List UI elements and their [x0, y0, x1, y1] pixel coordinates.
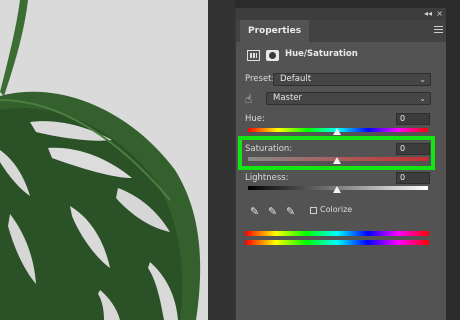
- preset-value: Default: [280, 74, 312, 84]
- hue-value-field[interactable]: 0: [396, 113, 430, 125]
- preset-label: Preset:: [245, 74, 275, 84]
- lightness-label: Lightness:: [245, 173, 289, 183]
- range-value: Master: [273, 93, 303, 103]
- eyedropper-minus-icon[interactable]: ✎: [286, 205, 298, 219]
- mask-icon[interactable]: [266, 50, 279, 61]
- close-panel-icon[interactable]: ×: [436, 9, 443, 19]
- colorize-checkbox[interactable]: [310, 207, 317, 214]
- color-range-bar-top: [245, 231, 429, 236]
- colorize-label: Colorize: [320, 205, 353, 214]
- monstera-leaf-image: [0, 0, 208, 320]
- adjustment-title: Hue/Saturation: [285, 49, 358, 59]
- panel-menu-icon[interactable]: [434, 26, 443, 34]
- collapse-panel-icon[interactable]: ◂◂: [424, 9, 432, 19]
- hand-icon[interactable]: ☝: [245, 92, 259, 106]
- eyedropper-icon[interactable]: ✎: [250, 205, 262, 219]
- lightness-value-field[interactable]: 0: [396, 172, 430, 184]
- panel-tabbar: Properties: [236, 20, 446, 42]
- color-range-bar-bottom: [245, 240, 429, 245]
- adjustment-icon[interactable]: [247, 50, 260, 61]
- workspace-gap: [208, 0, 235, 320]
- panel-header-strip: ◂◂ ×: [236, 8, 446, 20]
- hue-label: Hue:: [245, 114, 265, 124]
- tab-properties[interactable]: Properties: [240, 20, 310, 42]
- eyedropper-plus-icon[interactable]: ✎: [268, 205, 280, 219]
- chevron-down-icon: ⌄: [419, 75, 426, 84]
- preset-select[interactable]: Default ⌄: [273, 73, 431, 86]
- hue-slider-thumb[interactable]: [333, 128, 341, 135]
- saturation-highlight-box: [238, 136, 435, 170]
- chevron-down-icon: ⌄: [419, 94, 426, 103]
- adjustment-title-row: Hue/Saturation: [244, 48, 439, 64]
- lightness-slider-thumb[interactable]: [333, 186, 341, 193]
- range-select[interactable]: Master ⌄: [266, 92, 431, 105]
- canvas-photo: [0, 0, 208, 320]
